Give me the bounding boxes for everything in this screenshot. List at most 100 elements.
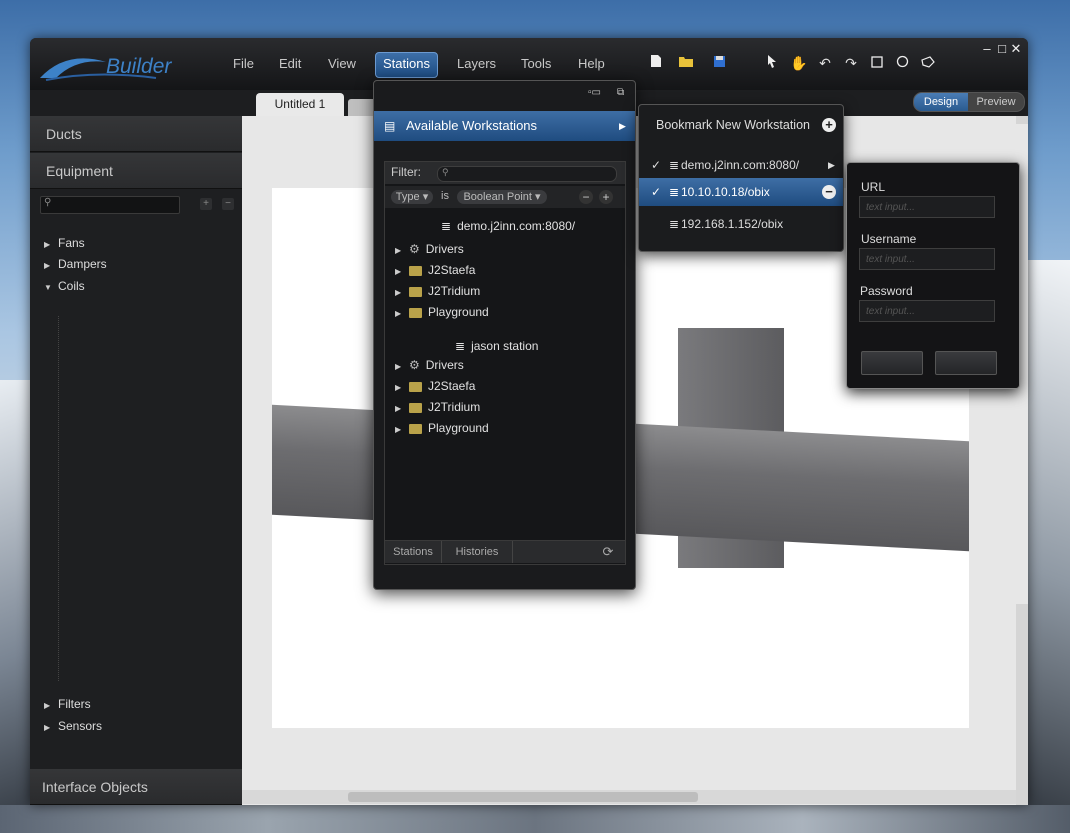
expand-arrow-icon: ▶	[395, 425, 402, 434]
sidebar-item-filters[interactable]: ▶ Filters	[44, 695, 91, 713]
workstation-item[interactable]: ✓ ≣ demo.j2inn.com:8080/ ▶	[639, 151, 843, 179]
sidebar-item-label: Fans	[58, 236, 85, 250]
polygon-icon[interactable]	[919, 54, 937, 72]
expand-arrow-icon: ▶	[395, 288, 402, 297]
stations-dropdown-panel: ▫▭ ⧉ ▤ Available Workstations ▶ Filter: …	[373, 80, 636, 590]
horizontal-scrollbar[interactable]	[242, 790, 1016, 804]
tree-item[interactable]: ▶ ⚙ Drivers	[395, 355, 464, 375]
preview-mode-button[interactable]: Preview	[968, 93, 1024, 111]
hand-icon[interactable]: ✋	[790, 54, 808, 72]
menu-help[interactable]: Help	[571, 52, 612, 76]
maximize-icon[interactable]: □	[995, 42, 1009, 56]
menu-file[interactable]: File	[226, 52, 261, 76]
undo-icon[interactable]: ↶	[816, 54, 834, 72]
tree-item-label: J2Tridium	[428, 284, 481, 298]
stations-browser: Filter: ⚲ Type ▾ is Boolean Point ▾ − + …	[384, 161, 626, 565]
open-folder-icon[interactable]	[677, 54, 695, 72]
tab-untitled-1[interactable]: Untitled 1	[256, 93, 344, 116]
search-icon: ⚲	[442, 167, 449, 177]
collapse-all-button[interactable]: −	[222, 198, 234, 210]
workstation-item[interactable]: ≣ 192.168.1.152/obix	[639, 210, 843, 238]
expand-arrow-icon: ▶	[395, 362, 402, 371]
station-header[interactable]: ≣ demo.j2inn.com:8080/	[441, 216, 575, 236]
remove-filter-button[interactable]: −	[579, 190, 593, 204]
tree-item[interactable]: ▶ Playground	[395, 418, 489, 438]
tree-item-label: Playground	[428, 305, 489, 319]
rectangle-icon[interactable]	[868, 54, 886, 72]
type-dropdown-label: Type	[395, 191, 420, 203]
expand-arrow-icon: ▶	[44, 240, 51, 249]
workstation-login-popup: URL text input... Username text input...…	[846, 162, 1020, 389]
redo-icon[interactable]: ↷	[842, 54, 860, 72]
menu-view[interactable]: View	[321, 52, 363, 76]
workstations-submenu: Bookmark New Workstation + ✓ ≣ demo.j2in…	[638, 104, 844, 252]
remove-icon[interactable]: −	[822, 185, 836, 199]
type-dropdown[interactable]: Type ▾	[391, 190, 433, 204]
pointer-icon[interactable]	[763, 54, 781, 72]
filter-input[interactable]: ⚲	[437, 166, 617, 182]
new-document-icon[interactable]	[647, 54, 665, 72]
value-dropdown[interactable]: Boolean Point ▾	[457, 190, 547, 204]
refresh-icon[interactable]: ⟳	[599, 544, 617, 560]
folder-icon	[409, 423, 422, 434]
menu-tools[interactable]: Tools	[514, 52, 558, 76]
folder-icon	[409, 307, 422, 318]
password-label: Password	[860, 284, 913, 298]
add-filter-button[interactable]: +	[599, 190, 613, 204]
close-icon[interactable]: ✕	[1009, 42, 1023, 56]
sidebar-item-fans[interactable]: ▶ Fans	[44, 234, 85, 252]
background-mountain-right	[1028, 260, 1070, 833]
tree-guide-line	[58, 316, 60, 681]
login-ok-button[interactable]	[861, 351, 923, 375]
tree-item-label: J2Staefa	[428, 379, 476, 393]
sidebar-section-interface-objects[interactable]: Interface Objects	[30, 769, 242, 805]
tree-item[interactable]: ▶ Playground	[395, 302, 489, 322]
tree-item[interactable]: ▶ J2Tridium	[395, 281, 480, 301]
menu-edit[interactable]: Edit	[272, 52, 308, 76]
add-icon[interactable]: +	[822, 118, 836, 132]
expand-arrow-icon: ▶	[395, 309, 402, 318]
tab-histories[interactable]: Histories	[442, 541, 513, 563]
circle-icon[interactable]	[893, 54, 911, 72]
tree-item-label: J2Tridium	[428, 400, 481, 414]
url-input[interactable]: text input...	[859, 196, 995, 218]
tree-item[interactable]: ▶ J2Tridium	[395, 397, 480, 417]
is-operator-label: is	[441, 190, 449, 202]
sidebar: Ducts Equipment ⚲ + − ▶ Fans ▶ Dampers ▼ Co…	[30, 116, 242, 805]
sidebar-item-coils[interactable]: ▼ Coils	[44, 277, 85, 295]
tree-item[interactable]: ▶ ⚙ Drivers	[395, 239, 464, 259]
popout-icon[interactable]: ⧉	[617, 87, 624, 98]
submenu-arrow-icon: ▶	[828, 160, 835, 170]
minimize-icon[interactable]: –	[980, 42, 994, 56]
horizontal-scroll-thumb[interactable]	[348, 792, 698, 802]
sidebar-item-sensors[interactable]: ▶ Sensors	[44, 717, 102, 735]
bookmark-new-workstation-item[interactable]: Bookmark New Workstation +	[639, 111, 843, 139]
expand-all-button[interactable]: +	[200, 198, 212, 210]
tree-item-label: J2Staefa	[428, 263, 476, 277]
filter-label: Filter:	[391, 165, 421, 179]
design-mode-button[interactable]: Design	[914, 93, 968, 111]
save-icon[interactable]	[710, 54, 728, 72]
tree-item[interactable]: ▶ J2Staefa	[395, 260, 475, 280]
tree-item[interactable]: ▶ J2Staefa	[395, 376, 475, 396]
username-input[interactable]: text input...	[859, 248, 995, 270]
sidebar-section-equipment[interactable]: Equipment	[30, 153, 242, 189]
password-input[interactable]: text input...	[859, 300, 995, 322]
station-header[interactable]: ≣ jason station	[455, 336, 538, 356]
sidebar-search-input[interactable]: ⚲	[40, 196, 180, 214]
tree-item-label: Playground	[428, 421, 489, 435]
menu-layers[interactable]: Layers	[450, 52, 503, 76]
login-cancel-button[interactable]	[935, 351, 997, 375]
workstation-item-selected[interactable]: ✓ ≣ 10.10.10.18/obix −	[639, 178, 843, 206]
username-label: Username	[861, 232, 917, 246]
sidebar-section-ducts[interactable]: Ducts	[30, 116, 242, 152]
expand-arrow-icon: ▶	[395, 383, 402, 392]
workstation-label: demo.j2inn.com:8080/	[681, 158, 800, 172]
undock-icon[interactable]: ▫▭	[588, 87, 601, 98]
tree-item-label: Drivers	[425, 242, 464, 256]
server-icon: ≣	[455, 339, 466, 353]
available-workstations-item[interactable]: ▤ Available Workstations ▶	[374, 111, 635, 141]
tab-stations[interactable]: Stations	[385, 541, 442, 563]
sidebar-item-dampers[interactable]: ▶ Dampers	[44, 255, 107, 273]
menu-stations[interactable]: Stations	[375, 52, 438, 78]
